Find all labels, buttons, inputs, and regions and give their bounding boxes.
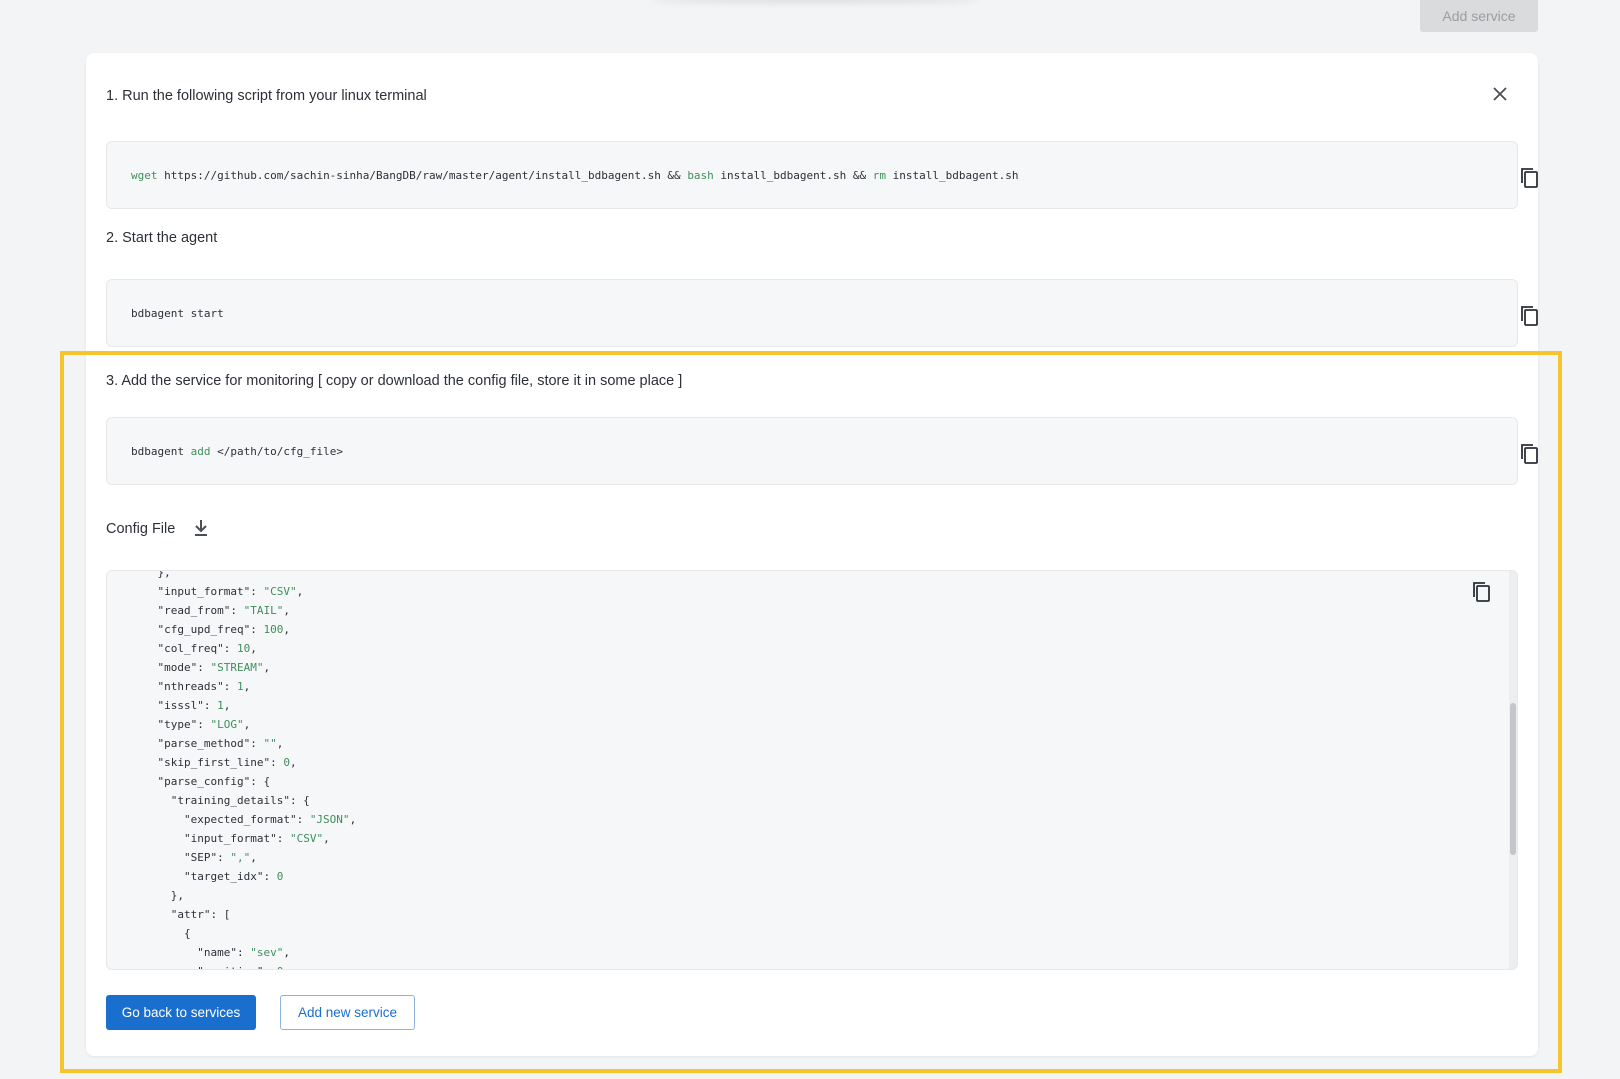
close-button[interactable] — [1486, 80, 1514, 108]
step-2-title: 2. Start the agent — [106, 230, 218, 246]
command-keyword: rm — [872, 168, 887, 182]
step-3-code-block: bdbagent add </path/to/cfg_file> — [106, 417, 1538, 485]
copy-icon — [1520, 306, 1538, 326]
copy-step-3-button[interactable] — [1477, 428, 1538, 464]
command-text: install_bdbagent.sh && — [713, 168, 873, 182]
config-file-label: Config File — [106, 521, 176, 537]
command-text: </path/to/cfg_file> — [210, 444, 343, 458]
step-2-code-block: bdbagent start — [106, 279, 1538, 347]
copy-icon — [1473, 582, 1490, 602]
step-3-title: 3. Add the service for monitoring [ copy… — [106, 373, 683, 389]
step-3-command: bdbagent add </path/to/cfg_file> — [131, 445, 343, 458]
add-service-card: 1. Run the following script from your li… — [86, 53, 1538, 1056]
config-file-viewer[interactable]: }, "input_format": "CSV", "read_from": "… — [106, 570, 1518, 970]
config-scrollbar-thumb[interactable] — [1510, 703, 1516, 855]
add-new-service-button[interactable]: Add new service — [280, 995, 415, 1030]
copy-icon — [1520, 168, 1538, 188]
step-2-command: bdbagent start — [131, 307, 224, 320]
command-text: bdbagent start — [131, 306, 224, 320]
download-icon[interactable] — [192, 518, 210, 538]
command-text: bdbagent — [131, 444, 191, 458]
go-back-to-services-button[interactable]: Go back to services — [106, 995, 256, 1030]
command-text: install_bdbagent.sh — [886, 168, 1019, 182]
config-file-content: }, "input_format": "CSV", "read_from": "… — [157, 570, 357, 969]
copy-step-1-button[interactable] — [1477, 152, 1538, 188]
copy-icon — [1520, 444, 1538, 464]
step-1-title: 1. Run the following script from your li… — [106, 88, 427, 104]
step-1-code-block: wget https://github.com/sachin-sinha/Ban… — [106, 141, 1538, 209]
close-icon — [1493, 87, 1507, 101]
add-service-button[interactable]: Add service — [1420, 0, 1538, 32]
config-scrollbar[interactable] — [1509, 571, 1517, 969]
command-keyword: wget — [131, 168, 158, 182]
copy-config-button[interactable] — [1469, 579, 1495, 605]
command-keyword: bash — [687, 168, 714, 182]
step-1-command: wget https://github.com/sachin-sinha/Ban… — [131, 169, 1018, 182]
command-keyword: add — [190, 444, 211, 458]
command-text: https://github.com/sachin-sinha/BangDB/r… — [157, 168, 688, 182]
copy-step-2-button[interactable] — [1477, 290, 1538, 326]
